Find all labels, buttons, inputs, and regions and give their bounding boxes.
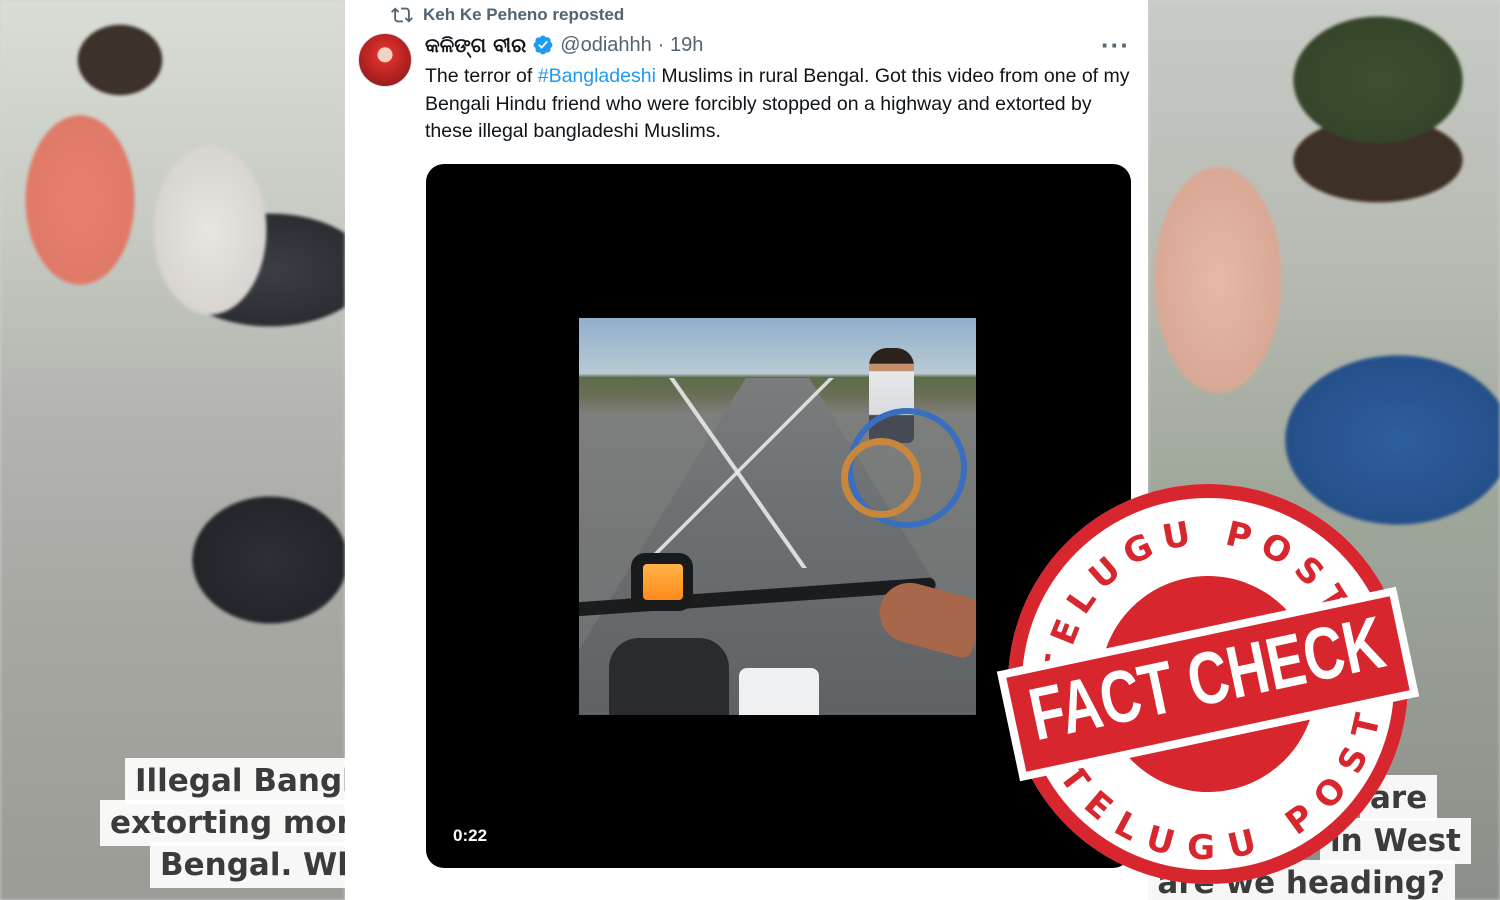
more-options-icon[interactable]: ··· xyxy=(1101,30,1130,61)
motorbike-body xyxy=(609,638,729,715)
background-caption-left-line2: extorting mon xyxy=(100,800,369,846)
repost-icon xyxy=(391,7,413,23)
video-thumbnail xyxy=(579,318,976,715)
avatar[interactable] xyxy=(358,33,412,87)
video-duration: 0:22 xyxy=(453,826,488,845)
author-name[interactable]: କଳିଙ୍ଗ ବୀର xyxy=(425,33,526,57)
motorbike-screen xyxy=(643,564,683,600)
tweet-text: The terror of #Bangladeshi Muslims in ru… xyxy=(425,63,1137,146)
fact-check-stamp: TELUGU POST TELUGU POST FACT CHECK xyxy=(996,482,1420,900)
repost-indicator[interactable]: Keh Ke Peheno reposted xyxy=(391,4,624,26)
verified-badge-icon xyxy=(533,35,553,55)
tweet-header: କଳିଙ୍ଗ ବୀର @odiahhh · 19h xyxy=(425,33,703,57)
motorbike-headlight xyxy=(739,668,819,715)
hashtag-link[interactable]: #Bangladeshi xyxy=(538,65,656,87)
tweet-timestamp[interactable]: · 19h xyxy=(658,34,704,57)
repost-label: Keh Ke Peheno reposted xyxy=(423,5,625,24)
tweet-text-intro: The terror of xyxy=(425,65,538,87)
bicycle-wheel xyxy=(841,438,921,518)
author-handle[interactable]: @odiahhh xyxy=(560,34,651,57)
background-caption-left-line3: Bengal. Wh xyxy=(150,842,370,888)
